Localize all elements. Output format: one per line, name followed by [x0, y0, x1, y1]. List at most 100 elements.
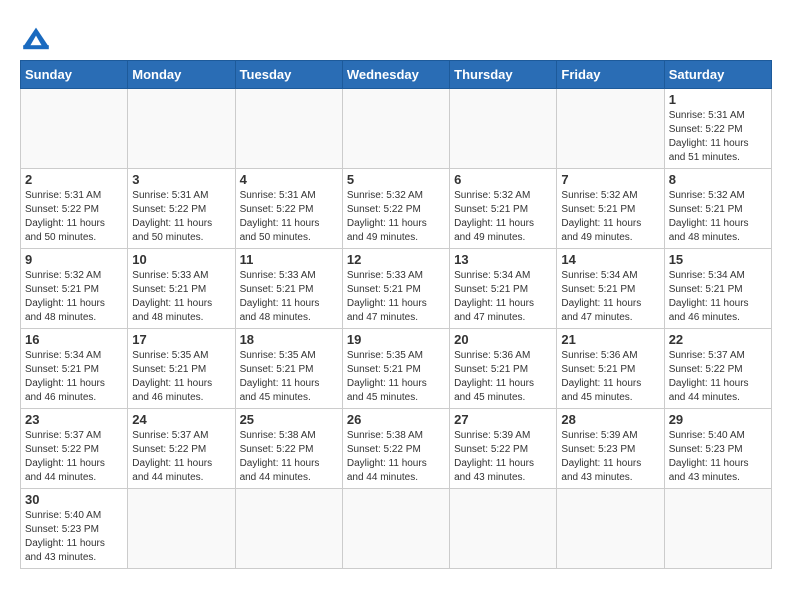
calendar-cell: 12Sunrise: 5:33 AM Sunset: 5:21 PM Dayli… [342, 249, 449, 329]
day-header-saturday: Saturday [664, 61, 771, 89]
calendar-week-row: 30Sunrise: 5:40 AM Sunset: 5:23 PM Dayli… [21, 489, 772, 569]
calendar-cell [450, 89, 557, 169]
calendar-cell: 28Sunrise: 5:39 AM Sunset: 5:23 PM Dayli… [557, 409, 664, 489]
logo [20, 24, 56, 52]
day-number: 24 [132, 412, 230, 427]
day-number: 13 [454, 252, 552, 267]
calendar-cell [342, 489, 449, 569]
day-info: Sunrise: 5:35 AM Sunset: 5:21 PM Dayligh… [240, 349, 338, 405]
day-number: 5 [347, 172, 445, 187]
day-header-tuesday: Tuesday [235, 61, 342, 89]
day-header-sunday: Sunday [21, 61, 128, 89]
day-info: Sunrise: 5:32 AM Sunset: 5:21 PM Dayligh… [25, 269, 123, 325]
page-header [20, 16, 772, 52]
day-info: Sunrise: 5:34 AM Sunset: 5:21 PM Dayligh… [454, 269, 552, 325]
calendar-cell: 25 Sunrise: 5:38 AM Sunset: 5:22 PM Dayli… [235, 409, 342, 489]
day-info: Sunrise: 5:33 AM Sunset: 5:21 PM Dayligh… [132, 269, 230, 325]
calendar-cell [235, 489, 342, 569]
calendar-cell [342, 89, 449, 169]
calendar-cell: 13 Sunrise: 5:34 AM Sunset: 5:21 PM Dayli… [450, 249, 557, 329]
calendar-cell: 20 Sunrise: 5:36 AM Sunset: 5:21 PM Dayli… [450, 329, 557, 409]
calendar-cell: 18 Sunrise: 5:35 AM Sunset: 5:21 PM Dayli… [235, 329, 342, 409]
calendar-cell [557, 89, 664, 169]
day-number: 14 [561, 252, 659, 267]
day-info: Sunrise: 5:31 AM Sunset: 5:22 PM Dayligh… [240, 189, 338, 245]
day-number: 30 [25, 492, 123, 507]
calendar-week-row: 16Sunrise: 5:34 AM Sunset: 5:21 PM Dayli… [21, 329, 772, 409]
day-number: 15 [669, 252, 767, 267]
day-number: 7 [561, 172, 659, 187]
day-number: 26 [347, 412, 445, 427]
day-number: 8 [669, 172, 767, 187]
calendar-header-row: SundayMondayTuesdayWednesdayThursdayFrid… [21, 61, 772, 89]
day-number: 25 [240, 412, 338, 427]
calendar-cell: 2 Sunrise: 5:31 AM Sunset: 5:22 PM Daylig… [21, 169, 128, 249]
day-number: 22 [669, 332, 767, 347]
calendar-cell [128, 89, 235, 169]
day-number: 20 [454, 332, 552, 347]
calendar-cell: 30Sunrise: 5:40 AM Sunset: 5:23 PM Dayli… [21, 489, 128, 569]
calendar-cell: 26 Sunrise: 5:38 AM Sunset: 5:22 PM Dayli… [342, 409, 449, 489]
day-number: 4 [240, 172, 338, 187]
day-number: 3 [132, 172, 230, 187]
day-info: Sunrise: 5:33 AM Sunset: 5:21 PM Dayligh… [347, 269, 445, 325]
calendar-cell: 24 Sunrise: 5:37 AM Sunset: 5:22 PM Dayli… [128, 409, 235, 489]
calendar-week-row: 23 Sunrise: 5:37 AM Sunset: 5:22 PM Dayli… [21, 409, 772, 489]
day-info: Sunrise: 5:40 AM Sunset: 5:23 PM Dayligh… [669, 429, 767, 485]
day-number: 19 [347, 332, 445, 347]
day-info: Sunrise: 5:37 AM Sunset: 5:22 PM Dayligh… [25, 429, 123, 485]
calendar-cell: 8 Sunrise: 5:32 AM Sunset: 5:21 PM Daylig… [664, 169, 771, 249]
calendar-week-row: 2 Sunrise: 5:31 AM Sunset: 5:22 PM Daylig… [21, 169, 772, 249]
calendar-cell: 7 Sunrise: 5:32 AM Sunset: 5:21 PM Daylig… [557, 169, 664, 249]
calendar-cell: 4 Sunrise: 5:31 AM Sunset: 5:22 PM Daylig… [235, 169, 342, 249]
calendar-cell: 29Sunrise: 5:40 AM Sunset: 5:23 PM Dayli… [664, 409, 771, 489]
day-number: 1 [669, 92, 767, 107]
calendar-cell: 6 Sunrise: 5:32 AM Sunset: 5:21 PM Daylig… [450, 169, 557, 249]
day-number: 2 [25, 172, 123, 187]
calendar-cell: 1Sunrise: 5:31 AM Sunset: 5:22 PM Daylig… [664, 89, 771, 169]
day-info: Sunrise: 5:36 AM Sunset: 5:21 PM Dayligh… [561, 349, 659, 405]
day-info: Sunrise: 5:32 AM Sunset: 5:21 PM Dayligh… [669, 189, 767, 245]
calendar-cell [450, 489, 557, 569]
day-info: Sunrise: 5:31 AM Sunset: 5:22 PM Dayligh… [25, 189, 123, 245]
day-number: 27 [454, 412, 552, 427]
day-number: 6 [454, 172, 552, 187]
day-number: 21 [561, 332, 659, 347]
day-info: Sunrise: 5:35 AM Sunset: 5:21 PM Dayligh… [347, 349, 445, 405]
day-info: Sunrise: 5:33 AM Sunset: 5:21 PM Dayligh… [240, 269, 338, 325]
calendar-cell [235, 89, 342, 169]
calendar-cell: 19 Sunrise: 5:35 AM Sunset: 5:21 PM Dayli… [342, 329, 449, 409]
day-info: Sunrise: 5:32 AM Sunset: 5:21 PM Dayligh… [561, 189, 659, 245]
day-info: Sunrise: 5:39 AM Sunset: 5:23 PM Dayligh… [561, 429, 659, 485]
calendar-cell: 27Sunrise: 5:39 AM Sunset: 5:22 PM Dayli… [450, 409, 557, 489]
day-info: Sunrise: 5:38 AM Sunset: 5:22 PM Dayligh… [240, 429, 338, 485]
calendar-week-row: 9 Sunrise: 5:32 AM Sunset: 5:21 PM Daylig… [21, 249, 772, 329]
day-info: Sunrise: 5:32 AM Sunset: 5:22 PM Dayligh… [347, 189, 445, 245]
day-number: 18 [240, 332, 338, 347]
calendar-cell: 5 Sunrise: 5:32 AM Sunset: 5:22 PM Daylig… [342, 169, 449, 249]
calendar-cell [557, 489, 664, 569]
day-info: Sunrise: 5:37 AM Sunset: 5:22 PM Dayligh… [132, 429, 230, 485]
day-header-friday: Friday [557, 61, 664, 89]
calendar-cell: 22Sunrise: 5:37 AM Sunset: 5:22 PM Dayli… [664, 329, 771, 409]
calendar-table: SundayMondayTuesdayWednesdayThursdayFrid… [20, 60, 772, 569]
calendar-cell: 21 Sunrise: 5:36 AM Sunset: 5:21 PM Dayli… [557, 329, 664, 409]
day-info: Sunrise: 5:31 AM Sunset: 5:22 PM Dayligh… [132, 189, 230, 245]
day-number: 23 [25, 412, 123, 427]
calendar-week-row: 1Sunrise: 5:31 AM Sunset: 5:22 PM Daylig… [21, 89, 772, 169]
day-header-monday: Monday [128, 61, 235, 89]
day-info: Sunrise: 5:36 AM Sunset: 5:21 PM Dayligh… [454, 349, 552, 405]
day-info: Sunrise: 5:34 AM Sunset: 5:21 PM Dayligh… [25, 349, 123, 405]
calendar-cell: 11Sunrise: 5:33 AM Sunset: 5:21 PM Dayli… [235, 249, 342, 329]
calendar-cell [128, 489, 235, 569]
day-info: Sunrise: 5:32 AM Sunset: 5:21 PM Dayligh… [454, 189, 552, 245]
calendar-cell: 23 Sunrise: 5:37 AM Sunset: 5:22 PM Dayli… [21, 409, 128, 489]
calendar-cell: 16Sunrise: 5:34 AM Sunset: 5:21 PM Dayli… [21, 329, 128, 409]
day-number: 17 [132, 332, 230, 347]
day-info: Sunrise: 5:38 AM Sunset: 5:22 PM Dayligh… [347, 429, 445, 485]
calendar-cell: 15Sunrise: 5:34 AM Sunset: 5:21 PM Dayli… [664, 249, 771, 329]
day-number: 9 [25, 252, 123, 267]
calendar-cell [664, 489, 771, 569]
day-info: Sunrise: 5:34 AM Sunset: 5:21 PM Dayligh… [561, 269, 659, 325]
calendar-cell: 14 Sunrise: 5:34 AM Sunset: 5:21 PM Dayli… [557, 249, 664, 329]
